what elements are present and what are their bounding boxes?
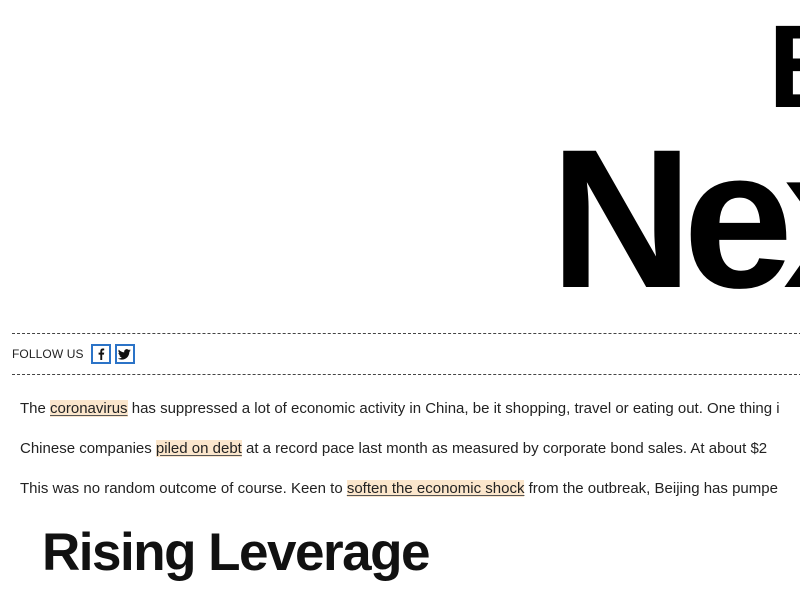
soften-economic-shock-link[interactable]: soften the economic shock bbox=[346, 480, 525, 497]
paragraph-text: from the outbreak, Beijing has pumpe bbox=[524, 480, 778, 497]
article-body: The coronavirus has suppressed a lot of … bbox=[20, 398, 800, 518]
facebook-icon bbox=[96, 348, 106, 360]
article-paragraph: Chinese companies piled on debt at a rec… bbox=[20, 438, 800, 459]
paragraph-text: at a record pace last month as measured … bbox=[241, 440, 768, 457]
coronavirus-link[interactable]: coronavirus bbox=[50, 400, 128, 417]
facebook-button[interactable] bbox=[90, 344, 111, 364]
paragraph-text: Chinese companies bbox=[20, 440, 156, 457]
paragraph-text: This was no random outcome of course. Ke… bbox=[20, 480, 347, 497]
article-paragraph: The coronavirus has suppressed a lot of … bbox=[20, 398, 800, 419]
follow-us-bar: FOLLOW US bbox=[12, 333, 800, 375]
article-page: B Nex FOLLOW US The coronavirus has supp… bbox=[0, 0, 800, 600]
follow-us-label: FOLLOW US bbox=[12, 347, 84, 361]
twitter-icon bbox=[118, 348, 131, 360]
figure-title: Rising Leverage bbox=[42, 523, 430, 582]
paragraph-text: has suppressed a lot of economic activit… bbox=[127, 400, 780, 417]
paragraph-text: The bbox=[20, 400, 51, 417]
hero-headline-main-line: Nex bbox=[550, 108, 800, 320]
twitter-button[interactable] bbox=[114, 344, 135, 364]
piled-on-debt-link[interactable]: piled on debt bbox=[155, 440, 242, 457]
article-paragraph: This was no random outcome of course. Ke… bbox=[20, 478, 800, 499]
hero-headline: B Nex bbox=[0, 0, 800, 320]
